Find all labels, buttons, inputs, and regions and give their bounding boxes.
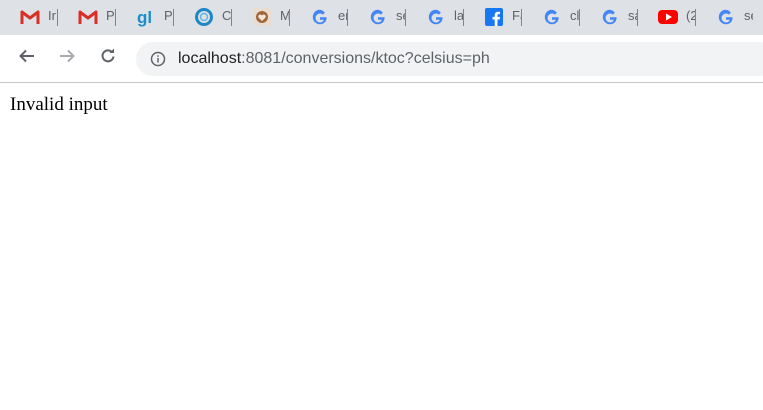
google-icon [426, 7, 446, 27]
tab-1[interactable]: P [58, 0, 116, 35]
tab-10[interactable]: sa [580, 0, 638, 35]
forward-button[interactable] [53, 44, 81, 72]
heart-shield-icon [252, 7, 272, 27]
tab-title: Ir [48, 8, 56, 23]
google-icon [716, 7, 736, 27]
tab-title: sa [628, 8, 637, 23]
arrow-right-icon [58, 47, 76, 70]
tab-0[interactable]: Ir [0, 0, 58, 35]
tab-title: se [744, 8, 753, 23]
address-url[interactable]: localhost:8081/conversions/ktoc?celsius=… [178, 50, 490, 68]
tab-title: M [280, 8, 289, 23]
info-icon[interactable] [148, 49, 168, 69]
tab-title: Fa [512, 8, 521, 23]
gmail-icon [78, 7, 98, 27]
tab-11[interactable]: (2 [638, 0, 696, 35]
google-icon [368, 7, 388, 27]
error-message: Invalid input [10, 94, 108, 115]
tab-7[interactable]: la [406, 0, 464, 35]
arrow-left-icon [18, 47, 36, 70]
tab-title: P [106, 8, 115, 23]
tab-8[interactable]: Fa [464, 0, 522, 35]
tab-title: (2 [686, 8, 695, 23]
tab-4[interactable]: M [232, 0, 290, 35]
tab-9[interactable]: cl [522, 0, 580, 35]
address-bar[interactable]: localhost:8081/conversions/ktoc?celsius=… [136, 42, 763, 76]
google-icon [600, 7, 620, 27]
reload-icon [99, 47, 117, 70]
browser-toolbar: localhost:8081/conversions/ktoc?celsius=… [0, 35, 763, 83]
gl-icon: gl [136, 7, 156, 27]
tab-title: la [454, 8, 463, 23]
tab-5[interactable]: er [290, 0, 348, 35]
tab-6[interactable]: se [348, 0, 406, 35]
google-icon [542, 7, 562, 27]
google-icon [310, 7, 330, 27]
tab-3[interactable]: C [174, 0, 232, 35]
youtube-icon [658, 7, 678, 27]
url-host: localhost [178, 50, 242, 67]
tab-title: se [396, 8, 405, 23]
circle-logo-icon [194, 7, 214, 27]
back-button[interactable] [13, 44, 41, 72]
gmail-icon [20, 7, 40, 27]
tab-2[interactable]: gl P [116, 0, 174, 35]
facebook-icon [484, 7, 504, 27]
tab-title: C [222, 8, 231, 23]
url-path: :8081/conversions/ktoc?celsius=ph [241, 50, 490, 67]
tab-title: er [338, 8, 347, 23]
tab-title: P [164, 8, 173, 23]
tab-12[interactable]: se [696, 0, 754, 35]
tab-title: cl [570, 8, 579, 23]
reload-button[interactable] [94, 44, 122, 72]
tab-strip: Ir P gl P C M er [0, 0, 763, 35]
svg-text:gl: gl [137, 8, 152, 27]
page-content: Invalid input [0, 83, 763, 410]
